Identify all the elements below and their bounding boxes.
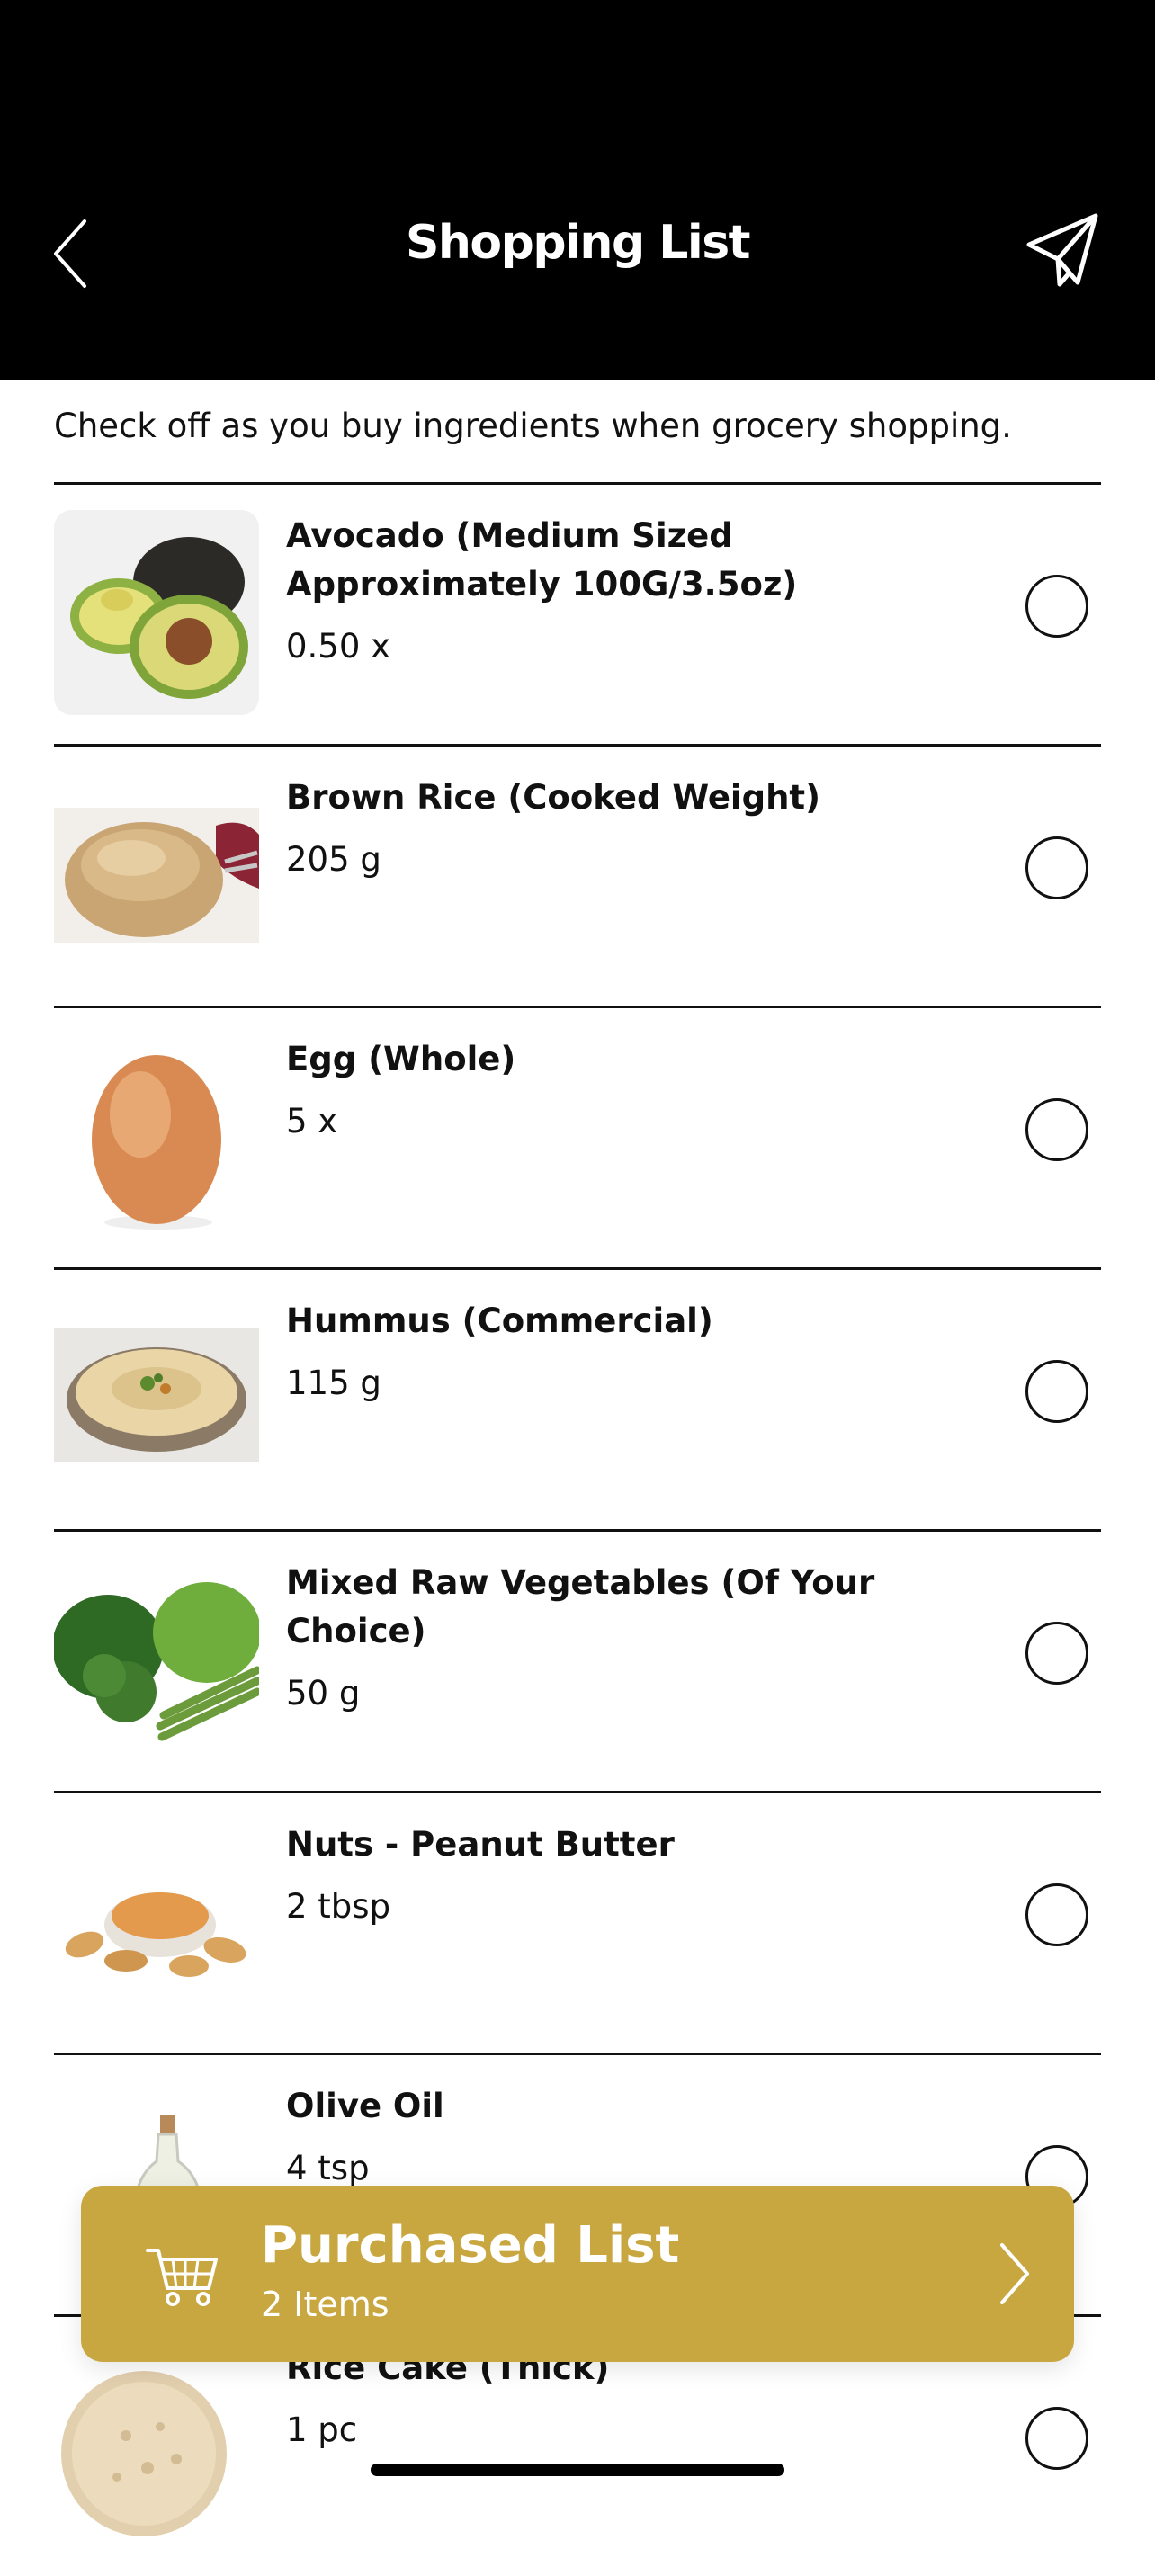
header: Shopping List [0,0,1155,380]
item-quantity: 115 g [286,1364,381,1402]
paper-plane-icon[interactable] [1024,212,1101,288]
item-name: Avocado (Medium Sized Approximately 100G… [286,516,798,604]
purchased-item-count: 2 Items [261,2285,389,2324]
item-checkbox[interactable] [1025,836,1088,899]
item-checkbox[interactable] [1025,575,1088,638]
page-title: Shopping List [405,216,751,270]
item-checkbox[interactable] [1025,1360,1088,1423]
list-item[interactable]: Mixed Raw Vegetables (Of Your Choice) 50… [54,1532,1101,1791]
item-quantity: 4 tsp [286,2149,370,2187]
item-quantity: 50 g [286,1674,361,1713]
list-item[interactable]: Avocado (Medium Sized Approximately 100G… [54,485,1101,744]
hummus-image [54,1295,259,1500]
home-indicator [371,2464,784,2476]
item-name: Mixed Raw Vegetables (Of Your Choice) [286,1563,875,1650]
item-checkbox[interactable] [1025,2407,1088,2470]
mixed-vegetables-image [54,1557,259,1762]
item-name: Olive Oil [286,2087,444,2125]
list-item[interactable]: Hummus (Commercial) 115 g [54,1270,1101,1529]
shopping-cart-icon [146,2249,218,2306]
peanut-butter-image [54,1819,259,2024]
list-item[interactable]: Brown Rice (Cooked Weight) 205 g [54,747,1101,1006]
item-checkbox[interactable] [1025,1622,1088,1685]
item-name: Hummus (Commercial) [286,1301,713,1340]
item-checkbox[interactable] [1025,1883,1088,1946]
list-item[interactable]: Nuts - Peanut Butter 2 tbsp [54,1793,1101,2053]
rice-cake-image [54,2342,259,2547]
egg-image [54,1033,259,1239]
instructions-text: Check off as you buy ingredients when gr… [54,407,1012,445]
item-quantity: 2 tbsp [286,1887,391,1926]
item-quantity: 5 x [286,1102,338,1140]
purchased-list-title: Purchased List [261,2216,680,2275]
item-quantity: 205 g [286,840,381,879]
item-quantity: 1 pc [286,2411,358,2449]
chevron-right-icon [1000,2243,1029,2304]
item-name: Nuts - Peanut Butter [286,1825,675,1864]
purchased-list-button[interactable]: Purchased List 2 Items [81,2186,1074,2362]
avocado-image [54,510,259,715]
brown-rice-image [54,772,259,977]
item-checkbox[interactable] [1025,1098,1088,1161]
item-quantity: 0.50 x [286,627,391,666]
item-name: Brown Rice (Cooked Weight) [286,778,821,817]
list-item[interactable]: Egg (Whole) 5 x [54,1008,1101,1267]
item-name: Egg (Whole) [286,1040,516,1078]
